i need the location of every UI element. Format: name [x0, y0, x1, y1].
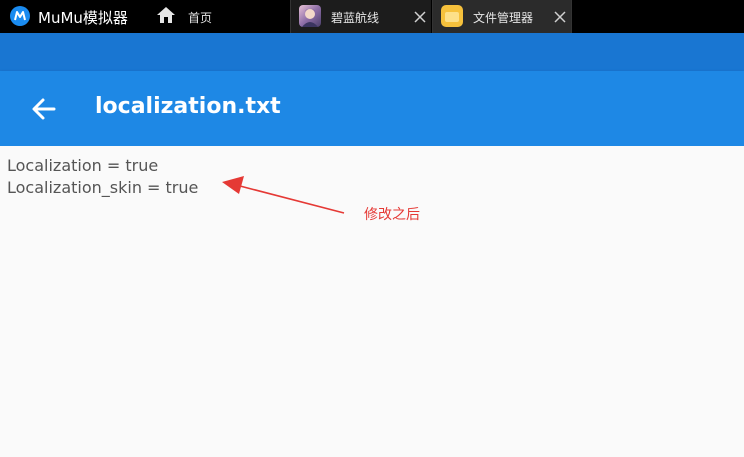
tab-file-manager-label: 文件管理器: [473, 11, 534, 25]
emulator-brand-name: MuMu模拟器: [38, 9, 128, 27]
close-icon[interactable]: [553, 9, 567, 23]
home-icon: [156, 5, 176, 25]
game-icon: [299, 5, 321, 27]
tab-home-label: 首页: [188, 11, 213, 25]
tab-azur-lane-label: 碧蓝航线: [331, 11, 380, 25]
arrow-left-icon: [32, 98, 56, 120]
annotation-arrow-icon: [222, 176, 345, 214]
tab-file-manager[interactable]: 文件管理器: [432, 0, 572, 33]
close-icon[interactable]: [413, 9, 427, 23]
mumu-logo-icon: [10, 6, 30, 26]
file-line: Localization_skin = true: [7, 178, 199, 197]
file-content: Localization = true Localization_skin = …: [0, 146, 744, 457]
tab-azur-lane[interactable]: 碧蓝航线: [290, 0, 431, 33]
page-title: localization.txt: [95, 94, 281, 119]
emulator-brand: MuMu模拟器: [0, 0, 150, 33]
android-status-bar: [0, 33, 744, 71]
file-line: Localization = true: [7, 156, 159, 175]
back-button[interactable]: [28, 93, 60, 125]
app-toolbar: localization.txt: [0, 71, 744, 146]
annotation-label: 修改之后: [364, 207, 420, 223]
tab-home[interactable]: 首页: [150, 0, 288, 33]
emulator-title-bar: MuMu模拟器 首页 碧蓝航线 文件管理器: [0, 0, 744, 33]
folder-icon: [441, 5, 463, 27]
